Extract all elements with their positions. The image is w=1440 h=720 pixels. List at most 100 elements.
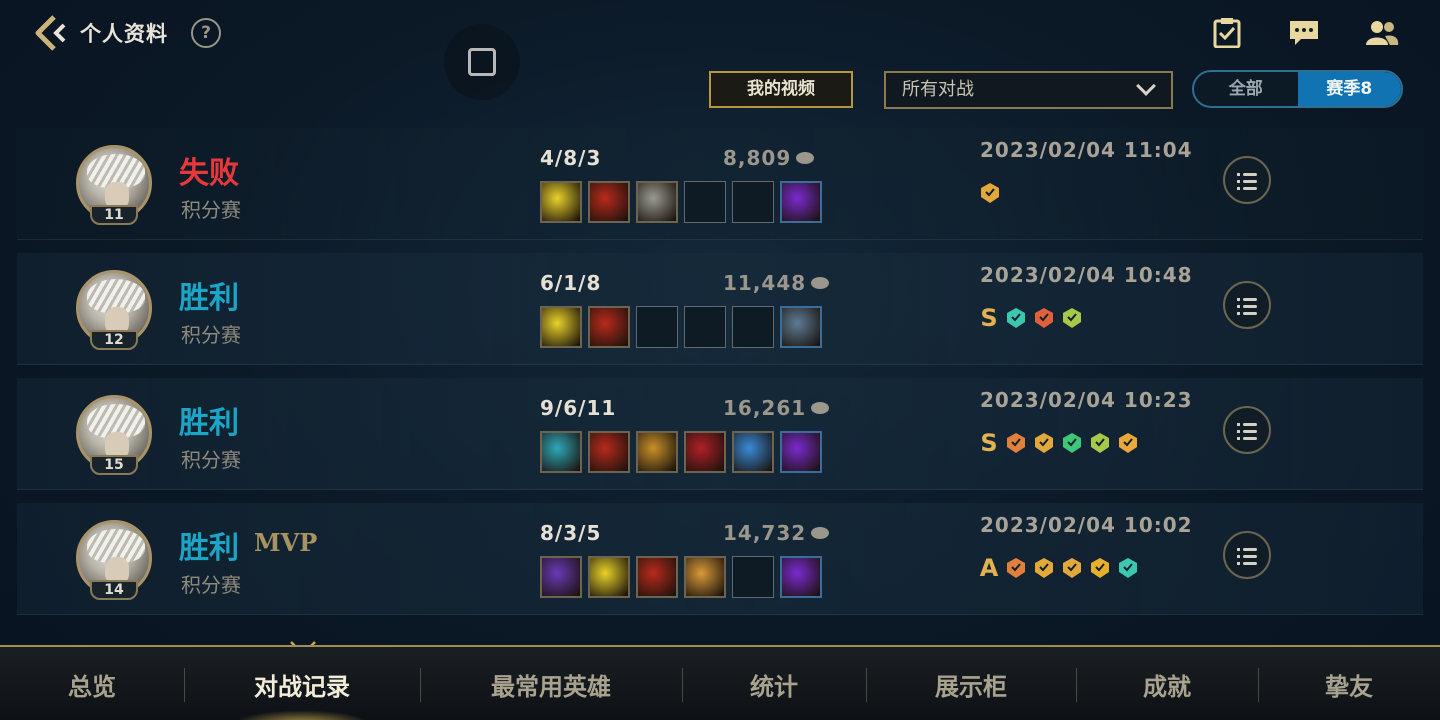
segment-all[interactable]: 全部: [1194, 72, 1298, 106]
match-date: 2023/02/04 11:04: [980, 138, 1193, 162]
item-slot[interactable]: [636, 556, 678, 598]
item-slot[interactable]: [732, 431, 774, 473]
nav-divider: [682, 668, 683, 702]
item-slot[interactable]: [684, 431, 726, 473]
match-row[interactable]: 11 失败 积分赛 4/8/3 8,809 2023/02/04 11:04: [17, 128, 1423, 240]
my-video-button[interactable]: 我的视频: [709, 71, 853, 108]
back-arrow-icon: [35, 15, 66, 51]
match-row[interactable]: 15 胜利 积分赛 9/6/11 16,261 2023/02/04 10:23 S: [17, 378, 1423, 490]
achievement-badge-icon: [1032, 306, 1056, 330]
achievement-badge-icon: [1060, 306, 1084, 330]
tab-stats[interactable]: 统计: [682, 647, 866, 720]
item-slot[interactable]: [636, 431, 678, 473]
item-slot[interactable]: [588, 556, 630, 598]
item-slot[interactable]: [540, 431, 582, 473]
tab-showcase[interactable]: 展示柜: [866, 647, 1076, 720]
grade-badge: S: [980, 304, 998, 332]
tab-top-champions[interactable]: 最常用英雄: [420, 647, 682, 720]
achievement-badge-icon: [1032, 431, 1056, 455]
match-detail-button[interactable]: [1223, 406, 1271, 454]
honor-badges: S: [978, 430, 1140, 456]
item-slot[interactable]: [540, 306, 582, 348]
item-slot[interactable]: [588, 431, 630, 473]
nav-divider: [1076, 668, 1077, 702]
gold-value: 11,448: [723, 271, 807, 295]
item-slot[interactable]: [684, 556, 726, 598]
chat-icon[interactable]: [1287, 18, 1321, 48]
season-toggle[interactable]: 全部 赛季8: [1192, 70, 1403, 108]
item-slots: [540, 306, 822, 348]
honor-badges: S: [978, 305, 1084, 331]
champion-level-badge: 12: [90, 330, 138, 350]
trinket-slot[interactable]: [780, 431, 822, 473]
match-row[interactable]: 12 胜利 积分赛 6/1/8 11,448 2023/02/04 10:48 S: [17, 253, 1423, 365]
match-date: 2023/02/04 10:48: [980, 263, 1193, 287]
achievement-badge-icon: [1004, 306, 1028, 330]
gold-coin-icon: [811, 277, 830, 289]
empty-item-slot: [636, 306, 678, 348]
champion-level-badge: 14: [90, 580, 138, 600]
achievement-badge-icon: [1032, 556, 1056, 580]
item-slot[interactable]: [588, 306, 630, 348]
match-date: 2023/02/04 10:23: [980, 388, 1193, 412]
match-result: 胜利: [179, 406, 239, 441]
match-result: 胜利: [179, 281, 239, 316]
page-title: 个人资料: [80, 22, 168, 46]
segment-season[interactable]: 赛季8: [1297, 72, 1401, 106]
item-slot[interactable]: [588, 181, 630, 223]
gold-earned: 16,261: [723, 396, 830, 420]
achievement-badge-icon: [1060, 431, 1084, 455]
back-button[interactable]: [34, 14, 70, 52]
match-date: 2023/02/04 10:02: [980, 513, 1193, 537]
empty-item-slot: [732, 181, 774, 223]
filter-value: 所有对战: [902, 79, 974, 100]
gold-earned: 8,809: [723, 146, 815, 170]
kda: 8/3/5: [540, 521, 602, 545]
chevron-down-icon: [1136, 76, 1156, 96]
match-result: 失败: [179, 156, 239, 191]
empty-item-slot: [732, 556, 774, 598]
gold-earned: 11,448: [723, 271, 830, 295]
nav-divider: [1258, 668, 1259, 702]
achievement-badge-icon: [1004, 431, 1028, 455]
item-slot[interactable]: [540, 181, 582, 223]
achievement-badge-icon: [1116, 431, 1140, 455]
item-slots: [540, 556, 822, 598]
achievement-badge-icon: [1116, 556, 1140, 580]
item-slots: [540, 181, 822, 223]
trinket-slot[interactable]: [780, 181, 822, 223]
achievement-badge-icon: [1088, 431, 1112, 455]
gold-coin-icon: [796, 152, 815, 164]
trinket-slot[interactable]: [780, 556, 822, 598]
tab-achievements[interactable]: 成就: [1076, 647, 1258, 720]
game-mode: 积分赛: [181, 448, 241, 472]
square-icon: [468, 48, 496, 76]
honor-badges: A: [978, 555, 1140, 581]
kda: 6/1/8: [540, 271, 602, 295]
match-detail-button[interactable]: [1223, 531, 1271, 579]
tab-friends[interactable]: 挚友: [1258, 647, 1440, 720]
gold-coin-icon: [811, 527, 830, 539]
floating-assist-button[interactable]: [444, 24, 520, 100]
game-mode: 积分赛: [181, 573, 241, 597]
match-filter-select[interactable]: 所有对战: [884, 71, 1173, 109]
gold-earned: 14,732: [723, 521, 830, 545]
kda: 4/8/3: [540, 146, 602, 170]
item-slot[interactable]: [636, 181, 678, 223]
tab-overview[interactable]: 总览: [0, 647, 184, 720]
match-detail-button[interactable]: [1223, 156, 1271, 204]
help-icon[interactable]: ?: [191, 18, 221, 48]
match-detail-button[interactable]: [1223, 281, 1271, 329]
tab-match-history[interactable]: 对战记录: [184, 647, 420, 720]
item-slots: [540, 431, 822, 473]
champion-level-badge: 15: [90, 455, 138, 475]
match-row[interactable]: 14 胜利 MVP 积分赛 8/3/5 14,732 2023/02/04 10:02 A: [17, 503, 1423, 615]
gold-coin-icon: [811, 402, 830, 414]
friends-icon[interactable]: [1365, 18, 1399, 48]
trinket-slot[interactable]: [780, 306, 822, 348]
champion-level-badge: 11: [90, 205, 138, 225]
match-result: 胜利: [179, 531, 239, 566]
achievement-badge-icon: [1004, 556, 1028, 580]
task-clipboard-icon[interactable]: [1210, 18, 1244, 49]
item-slot[interactable]: [540, 556, 582, 598]
